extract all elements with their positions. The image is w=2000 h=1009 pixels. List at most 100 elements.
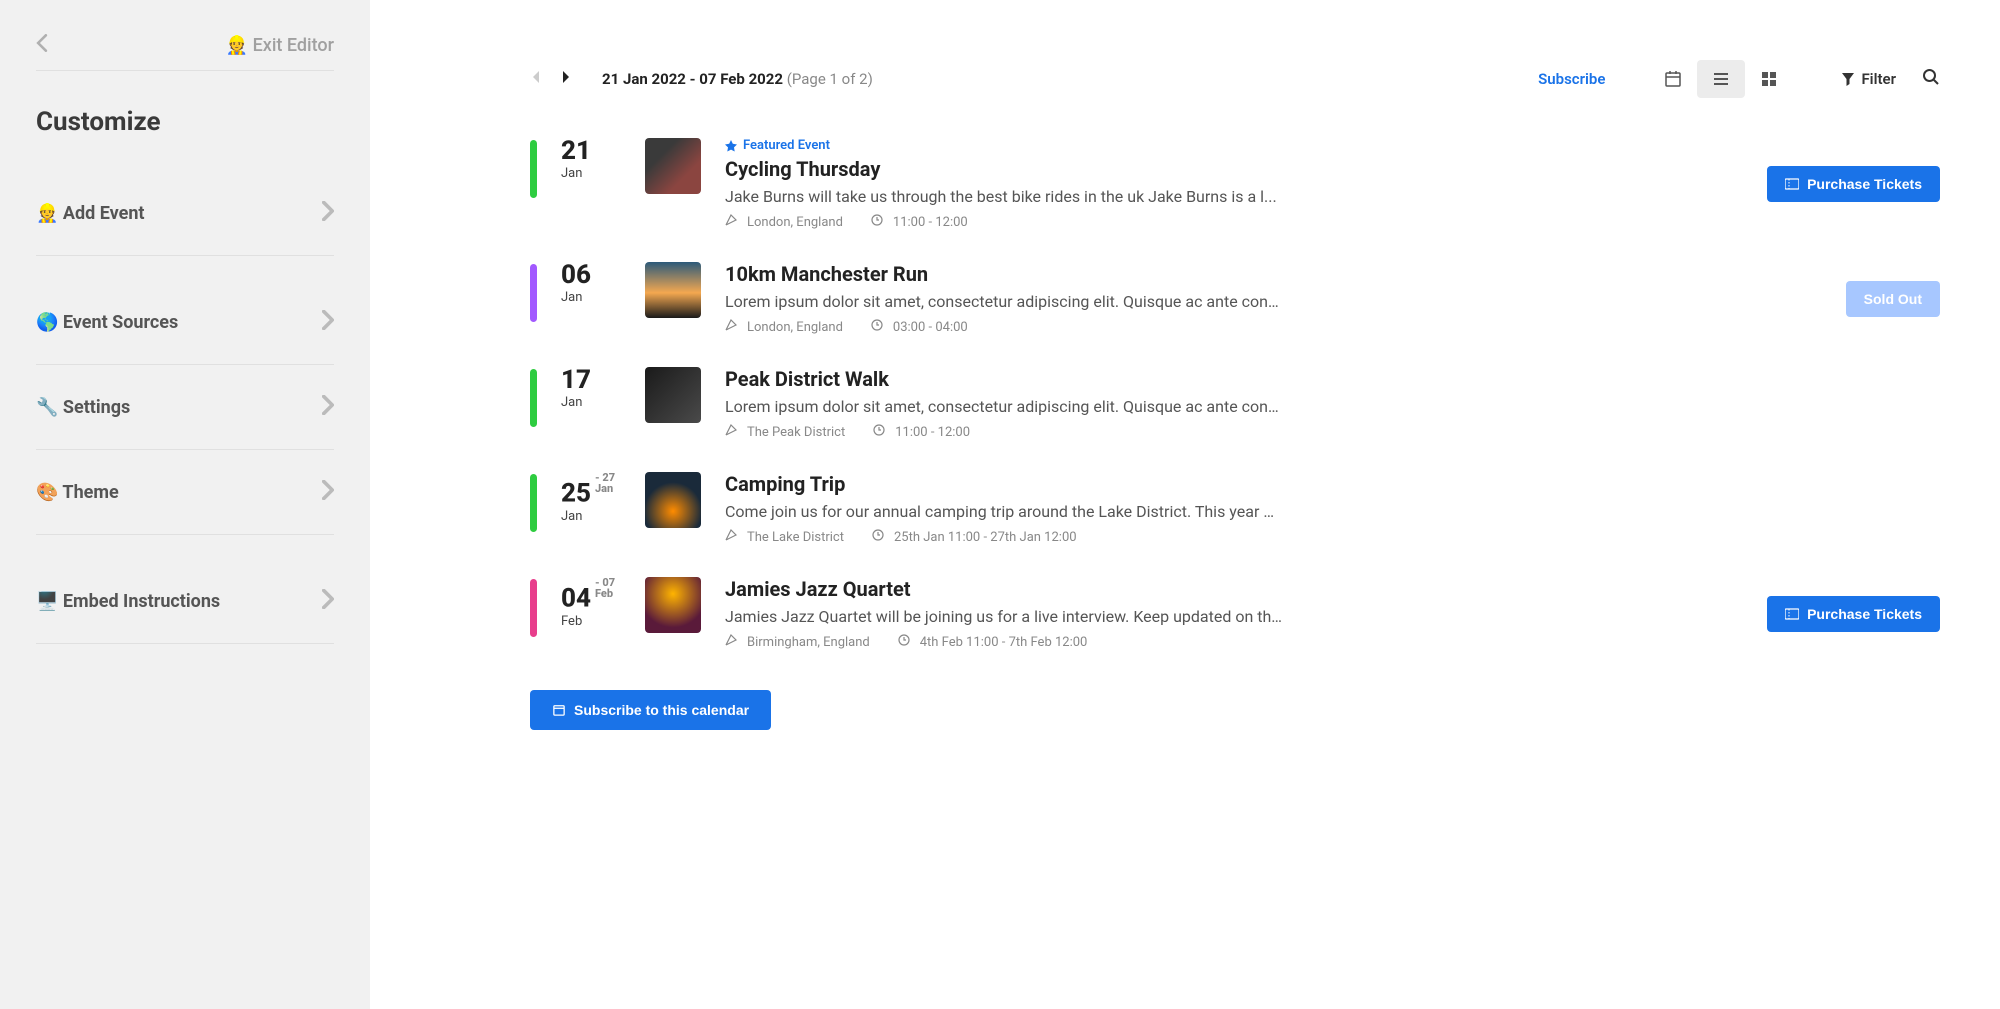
purchase-tickets-button[interactable]: Purchase Tickets — [1767, 596, 1940, 632]
event-body: Featured EventCycling ThursdayJake Burns… — [725, 138, 1743, 230]
event-day: 06 — [561, 262, 621, 288]
location-icon — [725, 214, 737, 230]
event-location: Birmingham, England — [747, 635, 870, 650]
exit-editor-row[interactable]: 👷 Exit Editor — [36, 20, 334, 71]
event-thumbnail — [645, 262, 701, 318]
event-month: Jan — [561, 509, 621, 524]
location-icon — [725, 424, 737, 440]
event-color-bar — [530, 264, 537, 322]
chevron-right-icon — [322, 201, 334, 225]
event-month: Jan — [561, 166, 621, 181]
event-title: Peak District Walk — [725, 367, 1940, 391]
event-body: Jamies Jazz QuartetJamies Jazz Quartet w… — [725, 577, 1743, 650]
toolbar: 21 Jan 2022 - 07 Feb 2022 (Page 1 of 2) … — [530, 60, 1940, 98]
clock-icon — [871, 214, 883, 230]
main-content: 21 Jan 2022 - 07 Feb 2022 (Page 1 of 2) … — [370, 0, 2000, 1009]
event-row[interactable]: 04 - 07Feb Feb Jamies Jazz QuartetJamies J… — [530, 577, 1940, 650]
featured-badge: Featured Event — [725, 138, 1743, 153]
clock-icon — [898, 634, 910, 650]
event-description: Come join us for our annual camping trip… — [725, 502, 1285, 521]
event-thumbnail — [645, 577, 701, 633]
view-grid-button[interactable] — [1745, 60, 1793, 98]
event-day: 25 - 27Jan — [561, 472, 621, 507]
purchase-tickets-button[interactable]: Purchase Tickets — [1767, 166, 1940, 202]
view-calendar-button[interactable] — [1649, 60, 1697, 98]
event-end-date: - 27Jan — [595, 472, 615, 494]
event-location: London, England — [747, 215, 843, 230]
event-description: Lorem ipsum dolor sit amet, consectetur … — [725, 292, 1285, 311]
star-icon — [725, 140, 737, 152]
event-color-bar — [530, 474, 537, 532]
event-date: 17 Jan — [561, 367, 621, 410]
event-time: 11:00 - 12:00 — [895, 425, 970, 440]
prev-page-button[interactable] — [530, 69, 542, 89]
event-meta: London, England 11:00 - 12:00 — [725, 214, 1743, 230]
event-thumbnail — [645, 472, 701, 528]
event-row[interactable]: 06Jan 10km Manchester RunLorem ipsum dolo… — [530, 262, 1940, 335]
subscribe-calendar-label: Subscribe to this calendar — [574, 702, 749, 718]
calendar-icon — [552, 704, 566, 716]
event-day: 17 — [561, 367, 621, 393]
event-row[interactable]: 25 - 27Jan Jan Camping Trip Come join us fo… — [530, 472, 1940, 545]
event-row[interactable]: 17 Jan Peak District Walk Lorem ipsum dolor… — [530, 367, 1940, 440]
sidebar-item-theme[interactable]: 🎨 Theme — [36, 450, 334, 535]
event-meta: The Peak District11:00 - 12:00 — [725, 424, 1940, 440]
page-info: (Page 1 of 2) — [787, 70, 873, 88]
event-end-date: - 07Feb — [595, 577, 615, 599]
search-button[interactable] — [1922, 68, 1940, 90]
event-body: Camping Trip Come join us for our annual … — [725, 472, 1940, 545]
event-day: 04 - 07Feb — [561, 577, 621, 612]
soldout-label: Sold Out — [1864, 291, 1922, 307]
sidebar-item-label: 🖥️ Embed Instructions — [36, 591, 220, 612]
ticket-icon — [1785, 178, 1799, 190]
date-end: 07 Feb 2022 — [699, 70, 783, 88]
sold-out-badge: Sold Out — [1846, 281, 1940, 317]
sidebar-item-label: 🔧 Settings — [36, 397, 130, 418]
customize-heading: Customize — [36, 107, 334, 137]
event-description: Jamies Jazz Quartet will be joining us f… — [725, 607, 1285, 626]
exit-editor-label: 👷 Exit Editor — [226, 35, 334, 56]
sidebar: 👷 Exit Editor Customize 👷 Add Event 🌎 Ev… — [0, 0, 370, 1009]
event-date: 06Jan — [561, 262, 621, 305]
event-time: 11:00 - 12:00 — [893, 215, 968, 230]
event-meta: London, England 03:00 - 04:00 — [725, 319, 1822, 335]
filter-label: Filter — [1861, 70, 1896, 88]
event-month: Feb — [561, 614, 621, 629]
event-time: 03:00 - 04:00 — [893, 320, 968, 335]
purchase-label: Purchase Tickets — [1807, 176, 1922, 192]
view-list-button[interactable] — [1697, 60, 1745, 98]
event-title: Cycling Thursday — [725, 157, 1743, 181]
chevron-right-icon — [322, 310, 334, 334]
sidebar-item-label: 🎨 Theme — [36, 482, 119, 503]
event-title: Camping Trip — [725, 472, 1940, 496]
purchase-label: Purchase Tickets — [1807, 606, 1922, 622]
event-month: Jan — [561, 395, 621, 410]
sidebar-item-add-event[interactable]: 👷 Add Event — [36, 171, 334, 256]
chevron-right-icon — [322, 589, 334, 613]
sidebar-item-settings[interactable]: 🔧 Settings — [36, 365, 334, 450]
event-thumbnail — [645, 367, 701, 423]
event-color-bar — [530, 369, 537, 427]
next-page-button[interactable] — [560, 69, 572, 89]
event-date: 25 - 27Jan Jan — [561, 472, 621, 524]
event-time: 4th Feb 11:00 - 7th Feb 12:00 — [920, 635, 1088, 650]
event-row[interactable]: 21JanFeatured EventCycling ThursdayJake … — [530, 138, 1940, 230]
event-description: Lorem ipsum dolor sit amet, consectetur … — [725, 397, 1285, 416]
date-range: 21 Jan 2022 - 07 Feb 2022 (Page 1 of 2) — [602, 70, 873, 88]
subscribe-link[interactable]: Subscribe — [1538, 70, 1605, 88]
event-body: 10km Manchester RunLorem ipsum dolor sit… — [725, 262, 1822, 335]
back-icon[interactable] — [36, 34, 48, 56]
event-time: 25th Jan 11:00 - 27th Jan 12:00 — [894, 530, 1077, 545]
chevron-right-icon — [322, 395, 334, 419]
event-thumbnail — [645, 138, 701, 194]
subscribe-calendar-button[interactable]: Subscribe to this calendar — [530, 690, 771, 730]
sidebar-item-event-sources[interactable]: 🌎 Event Sources — [36, 280, 334, 365]
location-icon — [725, 529, 737, 545]
filter-button[interactable]: Filter — [1841, 70, 1896, 88]
event-meta: The Lake District25th Jan 11:00 - 27th J… — [725, 529, 1940, 545]
event-location: London, England — [747, 320, 843, 335]
event-day: 21 — [561, 138, 621, 164]
sidebar-item-embed-instructions[interactable]: 🖥️ Embed Instructions — [36, 559, 334, 644]
clock-icon — [871, 319, 883, 335]
sidebar-item-label: 🌎 Event Sources — [36, 312, 178, 333]
